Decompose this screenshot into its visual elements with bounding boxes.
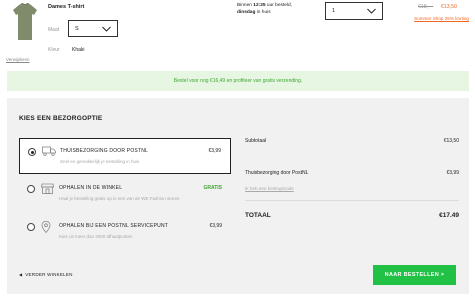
quantity-select[interactable]: 1 (325, 2, 383, 20)
option-title: OPHALEN IN DE WINKEL (59, 185, 123, 191)
option-price-free: GRATIS (203, 185, 222, 191)
size-value: S (75, 25, 79, 32)
option-description: Kies uit meer dan 2500 afhaalpunten (59, 234, 133, 239)
radio-selected[interactable] (28, 148, 36, 156)
option-description: Snel en gemakkelijk je bestelling in hui… (60, 159, 140, 164)
truck-icon (42, 146, 56, 156)
subtotal-label: Subtotaal (245, 138, 267, 144)
shipping-row: Thuisbezorging door PostNL €3,99 (245, 170, 459, 176)
color-label: Kleur (48, 47, 60, 53)
chevron-left-icon: ◀ (19, 272, 23, 277)
remove-item-link[interactable]: Verwijderen (6, 57, 30, 62)
delivery-options-title: KIES EEN BEZORGOPTIE (19, 115, 103, 122)
size-label: Maat (48, 27, 60, 33)
sale-price: €13,50 (441, 4, 457, 10)
product-image[interactable] (12, 3, 38, 41)
delivery-estimate: Binnen 12:25 uur besteld, dinsdag in hui… (237, 3, 292, 15)
product-name[interactable]: Dames T-shirt (48, 4, 84, 10)
old-price: €18,— (418, 4, 434, 10)
shipping-label: Thuisbezorging door PostNL (245, 170, 309, 176)
delivery-day: dinsdag (237, 9, 256, 15)
shipping-value: €3,99 (446, 170, 459, 176)
location-pin-icon (41, 221, 51, 233)
continue-shopping-label: VERDER WINKELEN (25, 272, 73, 277)
radio-unselected[interactable] (27, 185, 35, 193)
option-description: Haal je bestelling gratis op in een van … (59, 196, 180, 201)
color-value: Khaki (72, 47, 85, 53)
delivery-time: 12:25 (253, 3, 266, 8)
option-price: €3,99 (209, 223, 222, 229)
store-icon (41, 183, 54, 194)
promo-link[interactable]: Summer Shop 25% korting (409, 16, 469, 22)
chevron-down-icon (367, 8, 376, 14)
free-shipping-banner: Bestel voor nog €16,49 en profiteer van … (7, 71, 469, 91)
size-select[interactable]: S (68, 20, 118, 37)
coupon-code-link[interactable]: Ik heb een kortingscode (245, 186, 294, 191)
delivery-option-store[interactable]: OPHALEN IN DE WINKEL Haal je bestelling … (19, 176, 231, 212)
checkout-panel: KIES EEN BEZORGOPTIE THUISBEZORGING DOOR… (7, 98, 469, 294)
continue-shopping-link[interactable]: ◀ VERDER WINKELEN (19, 272, 73, 277)
subtotal-value: €13,50 (443, 138, 459, 144)
quantity-value: 1 (332, 8, 336, 14)
radio-unselected[interactable] (27, 223, 35, 231)
summary-divider (245, 200, 459, 201)
subtotal-row: Subtotaal €13,50 (245, 138, 459, 144)
option-title: THUISBEZORGING DOOR POSTNL (60, 148, 148, 154)
total-label: TOTAAL (245, 212, 271, 219)
cart-item: Verwijderen Dames T-shirt Maat S Kleur K… (0, 0, 475, 62)
delivery-option-home[interactable]: THUISBEZORGING DOOR POSTNL Snel en gemak… (19, 138, 231, 174)
delivery-option-servicepoint[interactable]: OPHALEN BIJ EEN POSTNL SERVICEPUNT Kies … (19, 214, 231, 250)
total-value: €17.49 (439, 212, 459, 219)
total-row: TOTAAL €17.49 (245, 212, 459, 219)
chevron-down-icon (102, 26, 111, 31)
checkout-button[interactable]: NAAR BESTELLEN > (373, 265, 456, 285)
option-price: €3,99 (208, 148, 221, 154)
option-title: OPHALEN BIJ EEN POSTNL SERVICEPUNT (59, 223, 169, 229)
